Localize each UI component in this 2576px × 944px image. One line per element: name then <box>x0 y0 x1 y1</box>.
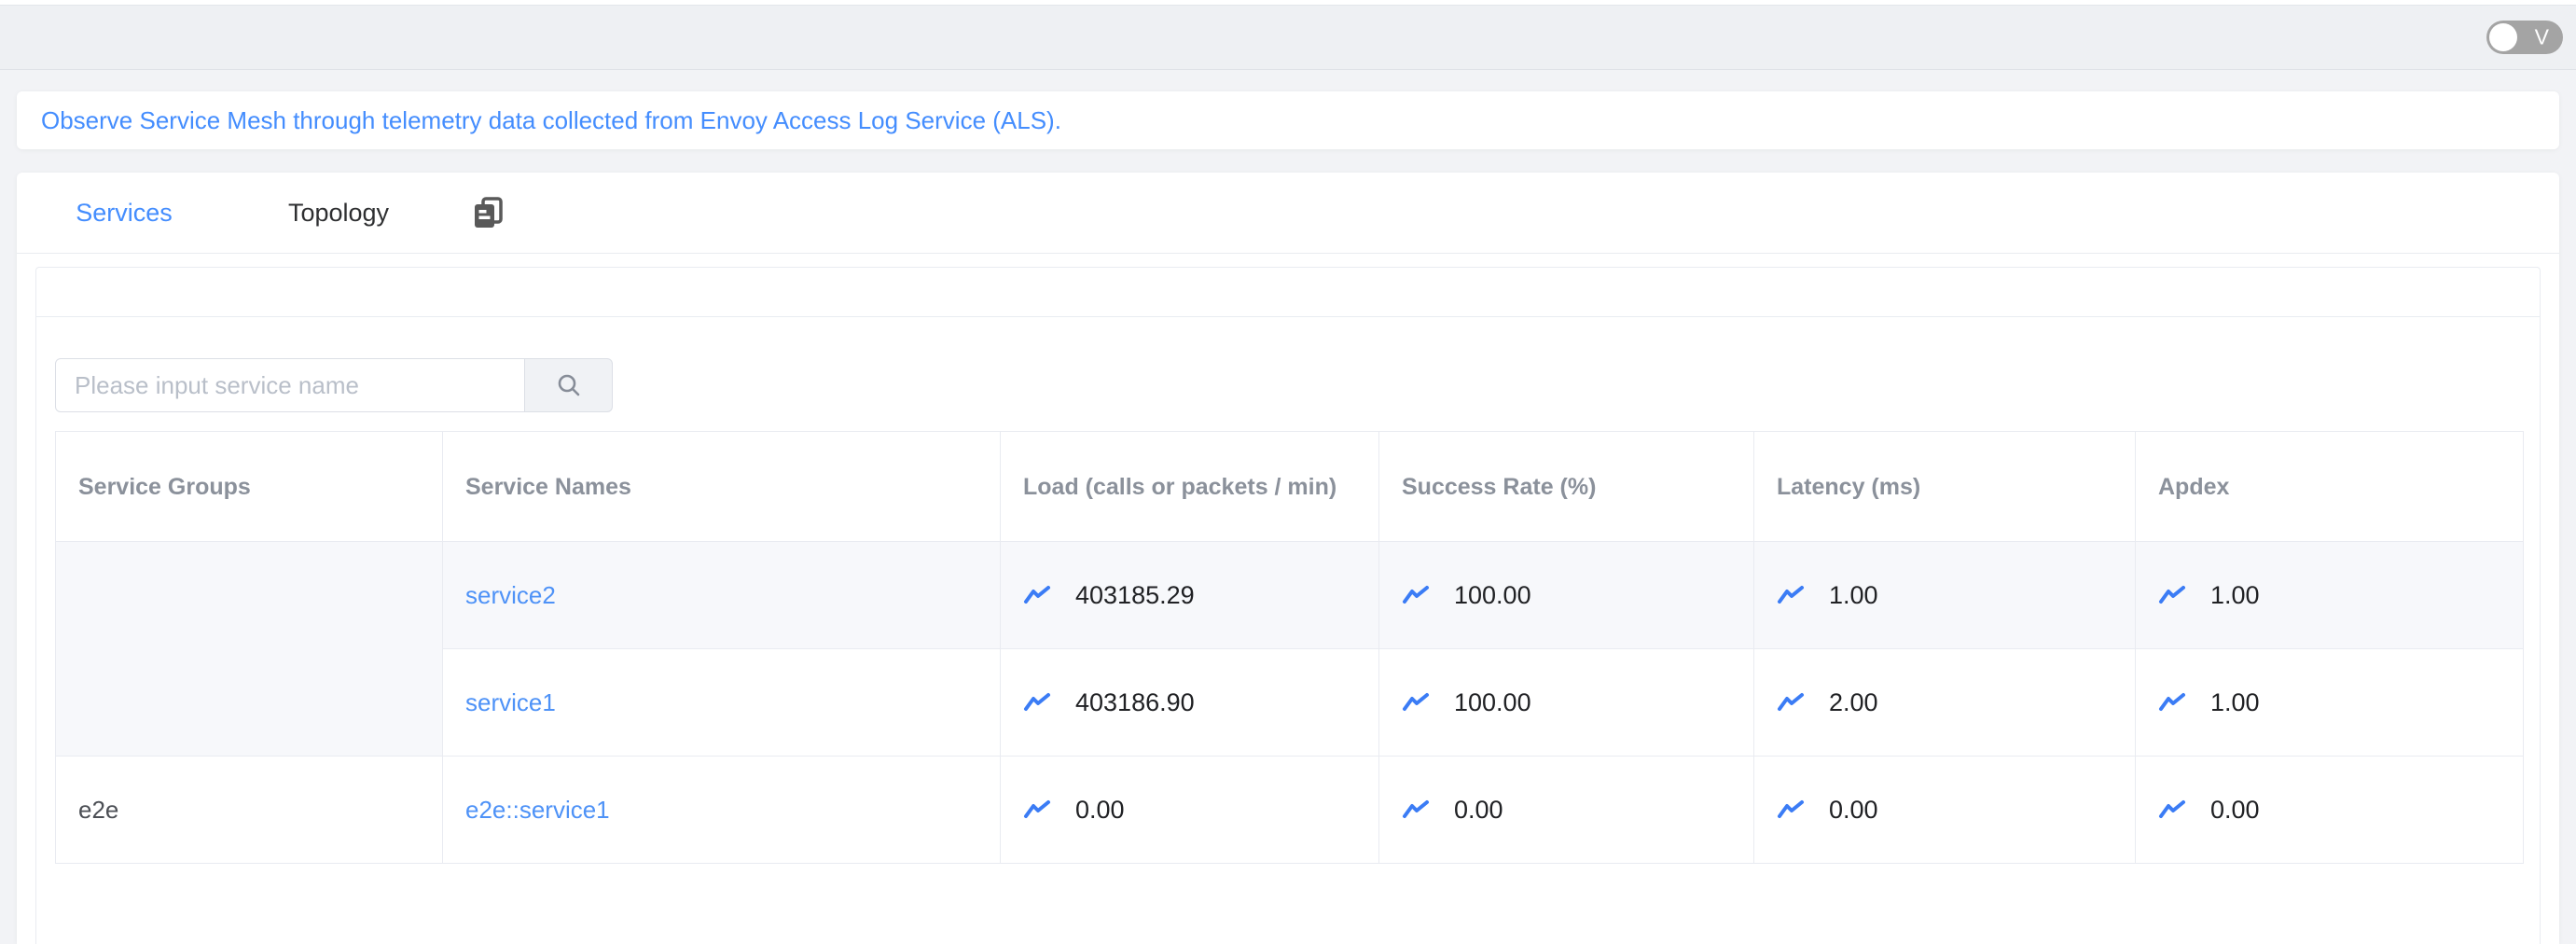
metric-value: 0.00 <box>1829 796 1878 825</box>
banner-text: Observe Service Mesh through telemetry d… <box>41 106 1061 135</box>
table-header-row: Service Groups Service Names Load (calls… <box>56 432 2524 542</box>
metric-value: 403185.29 <box>1075 581 1195 610</box>
services-panel: Service Groups Service Names Load (calls… <box>35 267 2541 944</box>
trend-icon <box>2158 798 2186 821</box>
top-toolbar: V <box>0 5 2576 70</box>
service-name-cell: service2 <box>443 542 1001 649</box>
metric-value: 1.00 <box>2210 688 2260 717</box>
trend-icon <box>1402 584 1430 606</box>
toggle-knob[interactable] <box>2489 23 2517 51</box>
panel-header <box>36 268 2540 317</box>
latency-cell: 2.00 <box>1754 649 2136 757</box>
metric-value: 2.00 <box>1829 688 1878 717</box>
apdex-cell: 1.00 <box>2136 542 2524 649</box>
trend-icon <box>1777 798 1805 821</box>
latency-cell: 1.00 <box>1754 542 2136 649</box>
success-rate-cell: 100.00 <box>1379 542 1754 649</box>
col-apdex: Apdex <box>2136 432 2524 542</box>
metric-value: 1.00 <box>2210 581 2260 610</box>
success-rate-cell: 0.00 <box>1379 757 1754 864</box>
trend-icon <box>1402 691 1430 714</box>
search-icon <box>556 372 582 398</box>
trend-icon <box>1777 691 1805 714</box>
success-rate-cell: 100.00 <box>1379 649 1754 757</box>
trend-icon <box>1023 798 1051 821</box>
tab-topology[interactable]: Topology <box>231 199 446 228</box>
search-button[interactable] <box>525 358 613 412</box>
service-link[interactable]: e2e::service1 <box>465 796 610 824</box>
col-success-rate: Success Rate (%) <box>1379 432 1754 542</box>
documents-icon[interactable] <box>472 196 504 229</box>
load-cell: 403186.90 <box>1001 649 1379 757</box>
service-name-cell: service1 <box>443 649 1001 757</box>
tabs-bar: Services Topology <box>17 173 2559 254</box>
trend-icon <box>2158 584 2186 606</box>
metric-value: 0.00 <box>1454 796 1503 825</box>
table-row: e2e e2e::service1 0.00 <box>56 757 2524 864</box>
service-name-cell: e2e::service1 <box>443 757 1001 864</box>
col-service-groups: Service Groups <box>56 432 443 542</box>
trend-icon <box>1023 691 1051 714</box>
service-link[interactable]: service2 <box>465 581 556 609</box>
panel-body: Service Groups Service Names Load (calls… <box>36 317 2540 882</box>
metric-value: 100.00 <box>1454 688 1531 717</box>
trend-icon <box>1023 584 1051 606</box>
col-load: Load (calls or packets / min) <box>1001 432 1379 542</box>
metric-value: 0.00 <box>2210 796 2260 825</box>
metric-value: 0.00 <box>1075 796 1125 825</box>
metric-value: 1.00 <box>1829 581 1878 610</box>
trend-icon <box>1402 798 1430 821</box>
banner-card: Observe Service Mesh through telemetry d… <box>17 91 2559 149</box>
metric-value: 100.00 <box>1454 581 1531 610</box>
toggle-label: V <box>2535 27 2549 49</box>
services-table: Service Groups Service Names Load (calls… <box>55 431 2524 864</box>
col-latency: Latency (ms) <box>1754 432 2136 542</box>
group-cell <box>56 542 443 757</box>
trend-icon <box>2158 691 2186 714</box>
load-cell: 0.00 <box>1001 757 1379 864</box>
table-row: service2 403185.29 <box>56 542 2524 649</box>
page: Observe Service Mesh through telemetry d… <box>0 91 2576 944</box>
metric-value: 403186.90 <box>1075 688 1195 717</box>
trend-icon <box>1777 584 1805 606</box>
content-card: Services Topology <box>17 173 2559 944</box>
col-service-names: Service Names <box>443 432 1001 542</box>
tab-services[interactable]: Services <box>17 199 231 228</box>
load-cell: 403185.29 <box>1001 542 1379 649</box>
apdex-cell: 0.00 <box>2136 757 2524 864</box>
version-toggle[interactable]: V <box>2486 21 2563 54</box>
search-group <box>55 358 613 412</box>
group-cell: e2e <box>56 757 443 864</box>
search-input[interactable] <box>55 358 525 412</box>
latency-cell: 0.00 <box>1754 757 2136 864</box>
service-link[interactable]: service1 <box>465 688 556 716</box>
apdex-cell: 1.00 <box>2136 649 2524 757</box>
